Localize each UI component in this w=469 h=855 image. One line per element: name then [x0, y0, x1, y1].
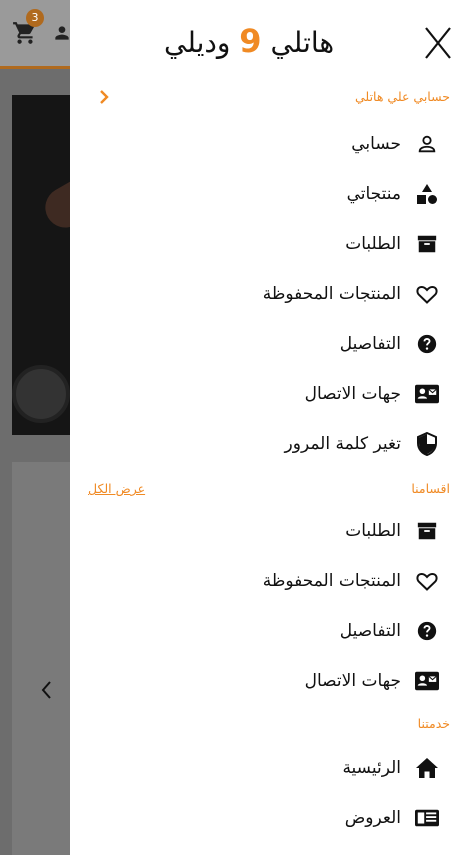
side-drawer: X هاتلي 9 وديلي حسابي علي هاتلي حسابي من… [70, 0, 469, 855]
menu-item-label: حسابي [351, 134, 401, 154]
chevron-left-icon[interactable] [38, 678, 54, 702]
help-circle-icon [415, 332, 439, 356]
heart-icon [415, 282, 439, 306]
shapes-icon [415, 182, 439, 206]
category-item-orders[interactable]: الطلبات [345, 516, 439, 546]
services-section-title: خدمتنا [417, 716, 450, 731]
heart-icon [415, 569, 439, 593]
menu-item-contacts[interactable]: جهات الاتصال [305, 379, 439, 409]
category-item-contacts[interactable]: جهات الاتصال [305, 666, 439, 696]
close-icon[interactable] [423, 25, 453, 61]
home-icon [415, 756, 439, 780]
contact-card-icon [415, 669, 439, 693]
brand-part2: وديلي [164, 26, 231, 59]
menu-item-label: المنتجات المحفوظة [262, 571, 401, 591]
menu-item-orders[interactable]: الطلبات [345, 229, 439, 259]
view-all-link[interactable]: عرض الكل [88, 481, 145, 496]
archive-icon [415, 519, 439, 543]
menu-item-label: الطلبات [345, 521, 401, 541]
categories-section-title: اقسامنا [411, 481, 450, 496]
category-item-details[interactable]: التفاصيل [340, 616, 439, 646]
menu-item-label: جهات الاتصال [304, 671, 401, 691]
menu-item-saved-products[interactable]: المنتجات المحفوظة [263, 279, 439, 309]
menu-item-label: الطلبات [345, 234, 401, 254]
menu-item-label: العروض [344, 808, 401, 828]
newspaper-icon [415, 806, 439, 830]
archive-icon [415, 232, 439, 256]
brand-part1: هاتلي [270, 26, 335, 59]
menu-item-my-account[interactable]: حسابي [351, 129, 439, 159]
contact-card-icon [415, 382, 439, 406]
cart-count-badge: 3 [26, 9, 44, 27]
menu-item-details[interactable]: التفاصيل [340, 329, 439, 359]
menu-item-label: المنتجات المحفوظة [262, 284, 401, 304]
person-icon [415, 132, 439, 156]
brand-number: 9 [239, 22, 262, 60]
service-item-home[interactable]: الرئيسية [342, 753, 439, 783]
menu-item-change-password[interactable]: تغير كلمة المرور [285, 429, 439, 459]
user-icon[interactable] [52, 22, 72, 44]
menu-item-label: منتجاتي [346, 184, 401, 204]
menu-item-label: التفاصيل [339, 621, 401, 641]
help-circle-icon [415, 619, 439, 643]
brand-logo: هاتلي 9 وديلي [164, 22, 334, 62]
category-item-saved-products[interactable]: المنتجات المحفوظة [263, 566, 439, 596]
service-item-offers[interactable]: العروض [345, 803, 439, 833]
menu-item-label: التفاصيل [339, 334, 401, 354]
menu-item-my-products[interactable]: منتجاتي [347, 179, 439, 209]
menu-item-label: تغير كلمة المرور [284, 434, 401, 454]
shield-icon [415, 432, 439, 456]
menu-item-label: الرئيسية [342, 758, 401, 778]
account-section-title: حسابي علي هاتلي [355, 89, 450, 104]
menu-item-label: جهات الاتصال [304, 384, 401, 404]
chevron-right-icon[interactable] [98, 89, 110, 105]
